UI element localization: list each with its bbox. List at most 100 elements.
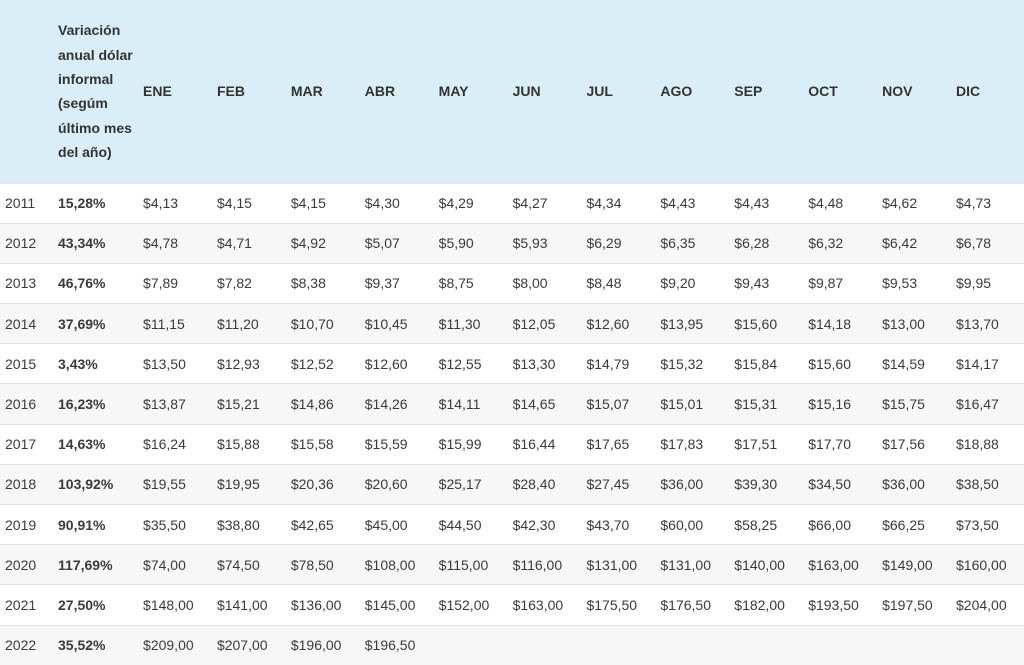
header-month-jul: JUL xyxy=(586,83,613,100)
rate-cell: $17,65 xyxy=(586,436,630,453)
rate-cell: $66,25 xyxy=(882,516,925,533)
rate-cell: $4,71 xyxy=(216,235,252,252)
rate-cell: $108,00 xyxy=(364,556,416,573)
rate-cell: $16,44 xyxy=(512,436,556,453)
rate-cell: $42,30 xyxy=(512,516,556,533)
rate-cell: $15,01 xyxy=(660,396,704,413)
rate-cell: $15,75 xyxy=(882,396,925,413)
variation-cell: 46,76% xyxy=(58,275,106,292)
rate-cell: $14,26 xyxy=(364,396,408,413)
header-month-feb: FEB xyxy=(216,83,245,100)
rate-cell: $141,00 xyxy=(216,596,268,613)
header-month-jun: JUN xyxy=(512,83,541,100)
rate-cell: $11,30 xyxy=(438,315,481,332)
rate-cell: $6,28 xyxy=(734,235,770,252)
rate-cell: $15,88 xyxy=(216,436,260,453)
rate-cell xyxy=(507,625,581,665)
rate-cell: $20,36 xyxy=(290,476,334,493)
year-cell: 2019 xyxy=(5,516,37,533)
table-header: Variación anual dólar informal (segúm úl… xyxy=(0,0,1024,183)
rate-cell: $16,24 xyxy=(143,436,186,453)
year-cell: 2016 xyxy=(5,396,37,413)
rate-cell: $35,50 xyxy=(143,516,186,533)
variation-cell: 16,23% xyxy=(58,396,106,413)
rate-cell xyxy=(580,625,654,665)
rate-cell: $15,31 xyxy=(734,396,778,413)
header-month-mar: MAR xyxy=(290,83,323,100)
rate-cell: $13,70 xyxy=(956,315,999,332)
variation-cell: 3,43% xyxy=(58,355,98,372)
variation-cell: 37,69% xyxy=(58,315,106,332)
rate-cell xyxy=(950,625,1024,665)
rate-cell: $207,00 xyxy=(216,637,268,654)
rate-cell: $6,35 xyxy=(660,235,696,252)
rate-cell: $7,89 xyxy=(143,275,179,292)
rate-cell: $4,29 xyxy=(438,195,474,212)
header-row: Variación anual dólar informal (segúm úl… xyxy=(0,0,1024,183)
rate-cell: $60,00 xyxy=(660,516,704,533)
table-row: 2015 3,43% $13,50 $12,93 $12,52 $12,60 $12,55 $… xyxy=(0,343,1024,384)
rate-cell: $204,00 xyxy=(956,596,1007,613)
rate-cell: $6,42 xyxy=(882,235,918,252)
rate-cell: $13,00 xyxy=(882,315,925,332)
rate-cell: $6,32 xyxy=(808,235,844,252)
year-cell: 2013 xyxy=(5,275,37,292)
rate-cell: $193,50 xyxy=(808,596,859,613)
variation-cell: 90,91% xyxy=(58,516,106,533)
rate-cell: $176,50 xyxy=(660,596,711,613)
rate-cell: $140,00 xyxy=(734,556,785,573)
rate-cell: $12,60 xyxy=(364,355,408,372)
rate-cell: $4,13 xyxy=(143,195,179,212)
rate-cell: $13,95 xyxy=(660,315,704,332)
rate-cell: $175,50 xyxy=(586,596,638,613)
rate-cell: $39,30 xyxy=(734,476,778,493)
rate-cell xyxy=(654,625,728,665)
rate-cell: $28,40 xyxy=(512,476,556,493)
rate-cell: $4,15 xyxy=(216,195,252,212)
rate-cell: $15,07 xyxy=(586,396,630,413)
rate-cell: $58,25 xyxy=(734,516,778,533)
variation-cell: 35,52% xyxy=(58,637,106,654)
year-cell: 2021 xyxy=(5,596,37,613)
rate-cell: $15,99 xyxy=(438,436,482,453)
rate-cell: $9,87 xyxy=(808,275,844,292)
rate-cell: $10,70 xyxy=(290,315,334,332)
rate-cell: $14,17 xyxy=(956,355,999,372)
rate-cell: $74,50 xyxy=(216,556,260,573)
rate-cell: $12,52 xyxy=(290,355,334,372)
year-cell: 2012 xyxy=(5,235,37,252)
header-month-dic: DIC xyxy=(956,83,981,100)
rate-cell: $145,00 xyxy=(364,596,416,613)
rate-cell xyxy=(728,625,802,665)
rate-cell: $15,32 xyxy=(660,355,704,372)
rate-cell: $45,00 xyxy=(364,516,408,533)
variation-cell: 15,28% xyxy=(58,195,106,212)
rate-cell: $115,00 xyxy=(438,556,489,573)
table-row: 2012 43,34% $4,78 $4,71 $4,92 $5,07 $5,90 $5,93… xyxy=(0,223,1024,264)
rate-cell: $131,00 xyxy=(586,556,638,573)
rate-cell: $18,88 xyxy=(956,436,999,453)
rate-cell: $4,62 xyxy=(882,195,918,212)
rate-cell: $163,00 xyxy=(512,596,564,613)
header-variation: Variación anual dólar informal (segúm úl… xyxy=(58,22,133,160)
rate-cell: $4,73 xyxy=(956,195,992,212)
rate-cell: $38,50 xyxy=(956,476,999,493)
header-month-ago: AGO xyxy=(660,83,693,100)
header-month-abr: ABR xyxy=(364,83,396,100)
variation-cell: 14,63% xyxy=(58,436,106,453)
rate-cell: $11,20 xyxy=(216,315,259,332)
variation-cell: 117,69% xyxy=(58,556,113,573)
rate-cell: $13,87 xyxy=(143,396,186,413)
exchange-rate-table: Variación anual dólar informal (segúm úl… xyxy=(0,0,1024,665)
rate-cell: $7,82 xyxy=(216,275,252,292)
rate-cell: $197,50 xyxy=(882,596,933,613)
variation-cell: 27,50% xyxy=(58,596,106,613)
rate-cell: $131,00 xyxy=(660,556,711,573)
table-row: 2011 15,28% $4,13 $4,15 $4,15 $4,30 $4,29 $4,27… xyxy=(0,183,1024,224)
variation-cell: 43,34% xyxy=(58,235,106,252)
rate-cell: $17,70 xyxy=(808,436,852,453)
year-cell: 2015 xyxy=(5,355,37,372)
rate-cell xyxy=(802,625,876,665)
rate-cell: $16,47 xyxy=(956,396,999,413)
table-row: 2019 90,91% $35,50 $38,80 $42,65 $45,00 $44,50… xyxy=(0,504,1024,545)
